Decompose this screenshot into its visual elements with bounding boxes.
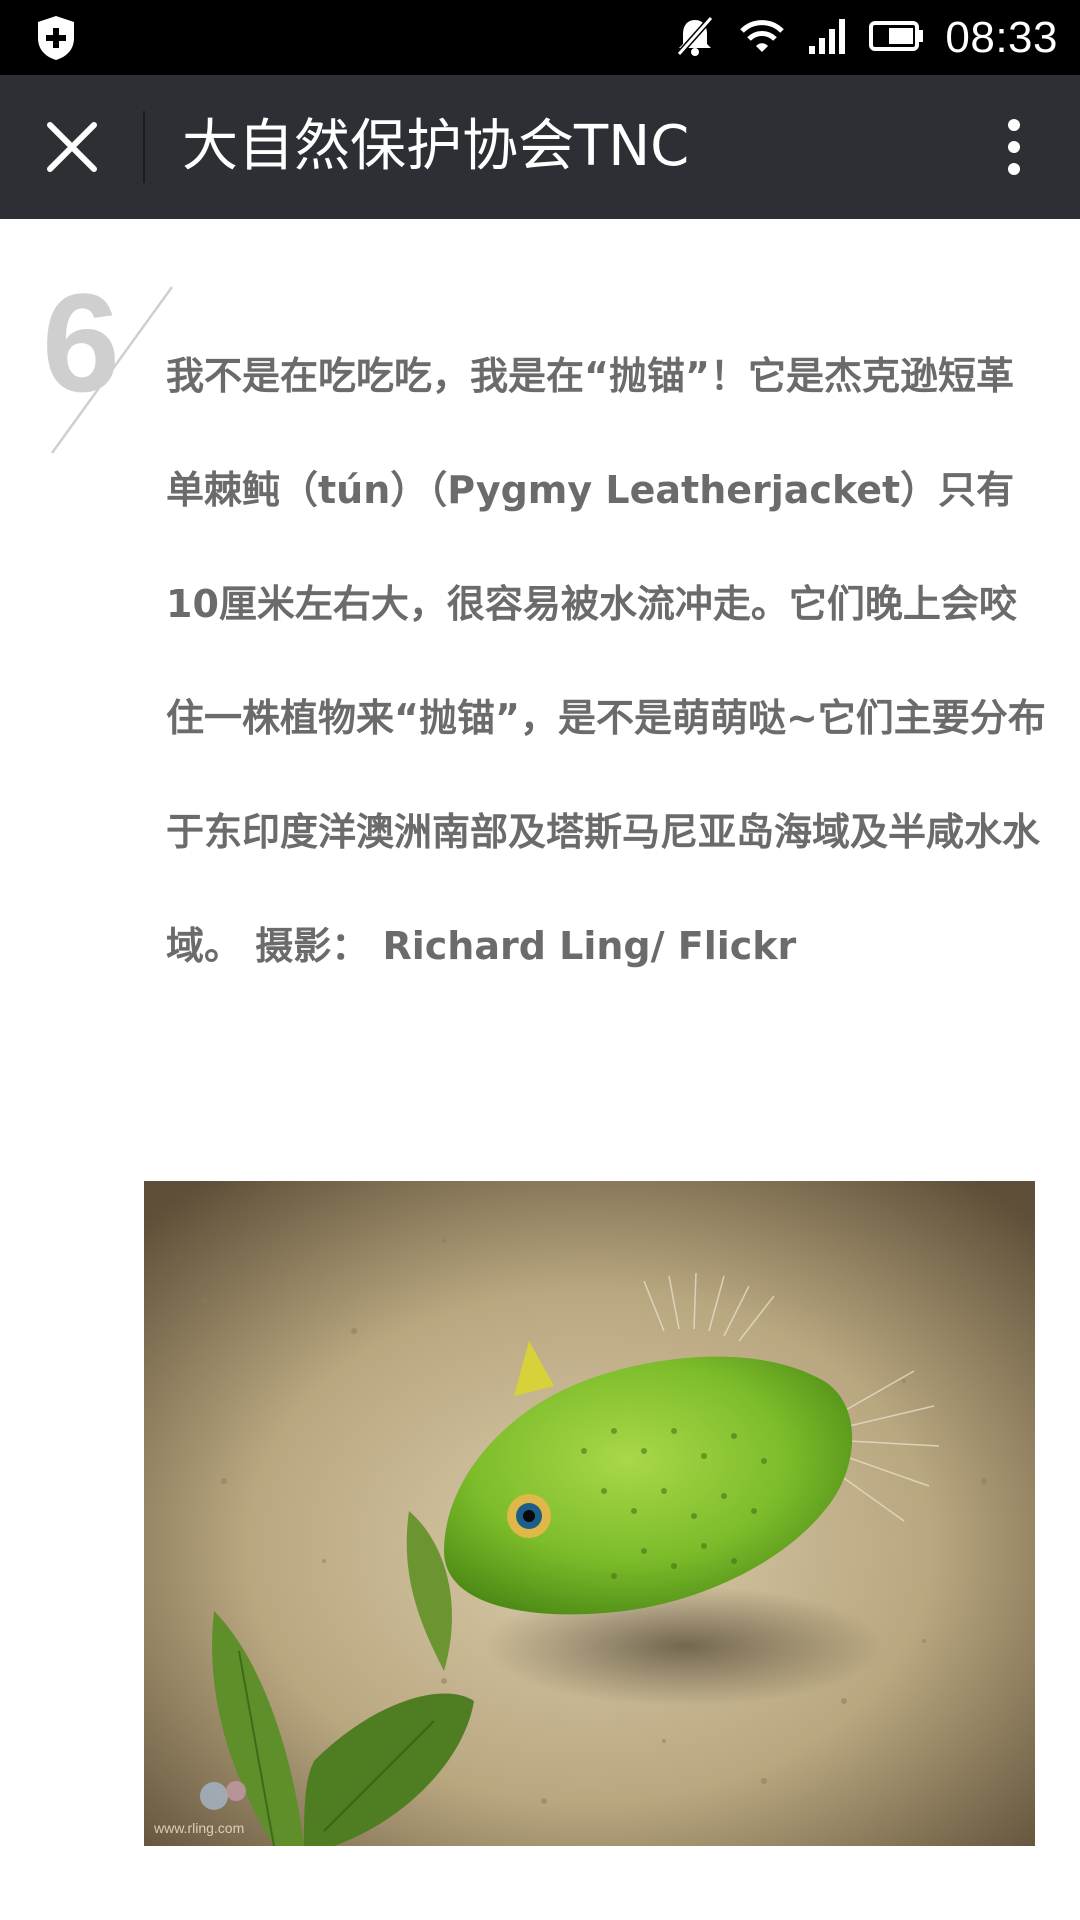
shield-plus-icon <box>34 14 78 62</box>
wifi-icon <box>737 16 787 60</box>
article-photo[interactable]: www.rling.com <box>144 1181 1035 1846</box>
photo-watermark: www.rling.com <box>153 1820 244 1836</box>
page-title: 大自然保护协会TNC <box>182 114 690 179</box>
app-bar: 大自然保护协会TNC <box>0 75 1080 219</box>
app-bar-divider <box>143 111 145 183</box>
signal-icon <box>807 16 849 60</box>
more-options-button[interactable] <box>984 111 1044 183</box>
status-time: 08:33 <box>945 12 1058 62</box>
section-slash-divider <box>50 286 174 454</box>
close-button[interactable] <box>36 111 108 183</box>
article-paragraph: 我不是在吃吃吃，我是在“抛锚”！它是杰克逊短革单棘鲀（tún）（Pygmy Le… <box>166 354 1046 968</box>
more-vertical-icon <box>1008 119 1020 175</box>
article-content[interactable]: 6 我不是在吃吃吃，我是在“抛锚”！它是杰克逊短革单棘鲀（tún）（Pygmy … <box>0 219 1080 1920</box>
close-icon <box>47 122 97 172</box>
bell-muted-icon <box>673 14 717 62</box>
status-bar: 08:33 <box>0 0 1080 75</box>
status-icons: 08:33 <box>673 0 1058 75</box>
battery-icon <box>869 20 925 56</box>
